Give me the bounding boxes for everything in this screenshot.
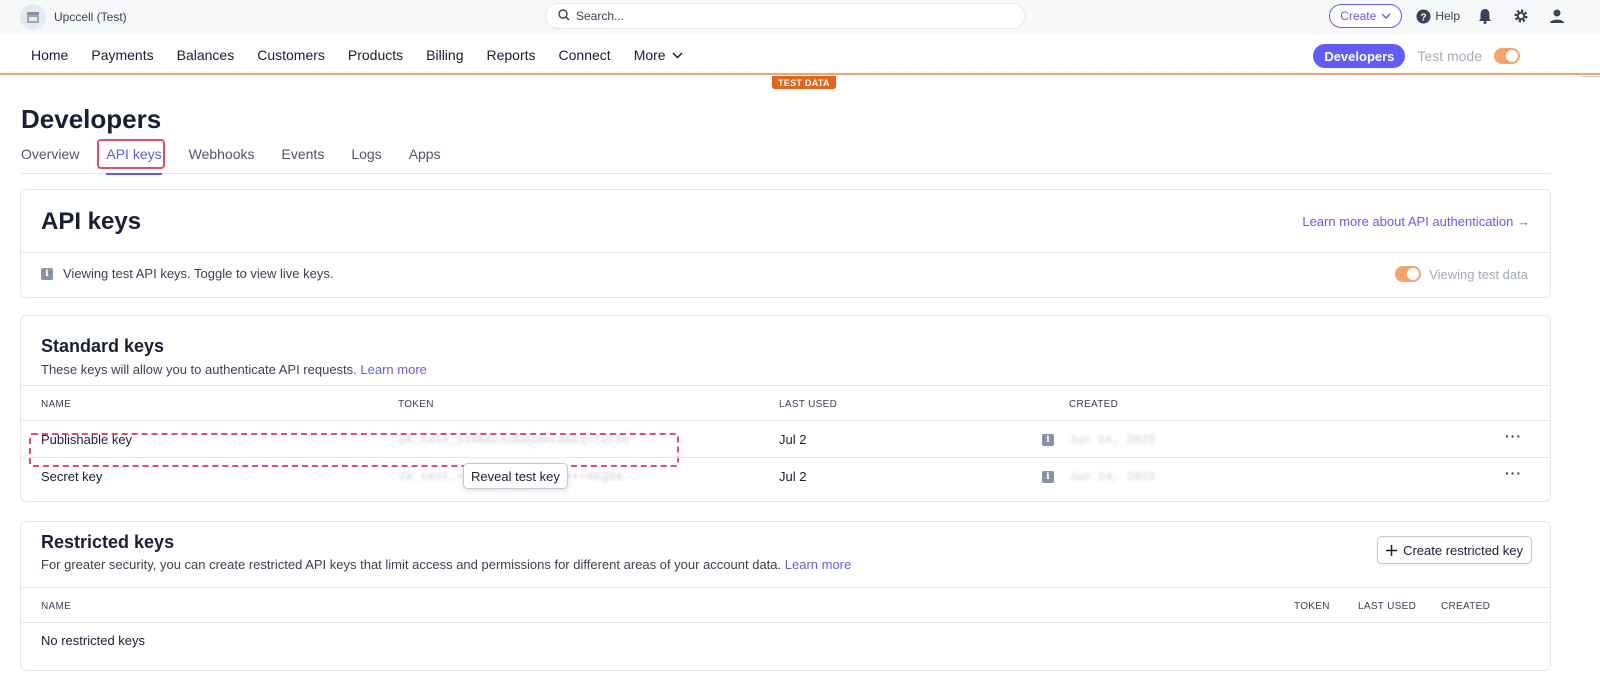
nav-item-home[interactable]: Home xyxy=(31,47,68,63)
help-button[interactable]: ? Help xyxy=(1416,8,1460,24)
column-header-name: NAME xyxy=(41,399,72,410)
account-switcher[interactable]: Upccell (Test) xyxy=(20,4,127,30)
search-input[interactable] xyxy=(576,9,996,23)
nav-item-customers[interactable]: Customers xyxy=(257,47,325,63)
search-bar[interactable] xyxy=(545,3,1025,29)
notifications-bell-icon[interactable] xyxy=(1474,5,1496,27)
standard-keys-subtitle: These keys will allow you to authenticat… xyxy=(41,362,427,377)
top-right-actions: Create ? Help xyxy=(1329,4,1568,28)
info-icon[interactable]: i xyxy=(1042,471,1054,483)
table-divider xyxy=(21,587,1550,588)
annotation-highlight-box xyxy=(97,139,166,169)
main-navigation: Home Payments Balances Customers Product… xyxy=(0,34,1600,75)
nav-item-payments[interactable]: Payments xyxy=(91,47,153,63)
nav-item-more-label: More xyxy=(633,47,666,63)
top-bar: Upccell (Test) Create ? Help xyxy=(0,0,1600,34)
key-last-used: Jul 2 xyxy=(779,469,807,484)
viewing-test-data-toggle[interactable] xyxy=(1395,266,1422,282)
tab-api-keys[interactable]: API keys xyxy=(97,139,166,175)
nav-item-products[interactable]: Products xyxy=(348,47,403,63)
nav-item-billing[interactable]: Billing xyxy=(426,47,463,63)
svg-text:?: ? xyxy=(1421,12,1427,23)
column-header-created: CREATED xyxy=(1069,399,1119,410)
create-restricted-key-button[interactable]: Create restricted key xyxy=(1377,536,1532,564)
standard-keys-title: Standard keys xyxy=(41,336,165,356)
create-button-label: Create xyxy=(1340,9,1377,23)
table-divider xyxy=(21,420,1550,421)
restricted-keys-subtitle-text: For greater security, you can create res… xyxy=(41,557,782,572)
card-divider xyxy=(21,252,1550,253)
create-button[interactable]: Create xyxy=(1329,4,1403,28)
column-header-last-used: LAST USED xyxy=(779,399,838,410)
table-divider xyxy=(21,457,1550,458)
restricted-keys-learn-more-link[interactable]: Learn more xyxy=(785,557,851,572)
page-title: Developers xyxy=(21,104,162,134)
nav-item-balances[interactable]: Balances xyxy=(177,47,235,63)
key-created: Jun 14, 2023 xyxy=(1069,433,1156,447)
column-header-token: TOKEN xyxy=(398,399,434,410)
table-divider xyxy=(21,385,1550,386)
restricted-keys-subtitle: For greater security, you can create res… xyxy=(41,557,851,572)
viewing-test-data-label: Viewing test data xyxy=(1429,266,1528,282)
create-restricted-key-label: Create restricted key xyxy=(1403,542,1523,558)
nav-item-more[interactable]: More xyxy=(634,47,683,63)
test-keys-notice: i Viewing test API keys. Toggle to view … xyxy=(41,266,334,281)
tab-apps[interactable]: Apps xyxy=(409,146,441,174)
test-mode-label: Test mode xyxy=(1417,48,1482,64)
column-header-token: TOKEN xyxy=(1294,601,1330,612)
edge-divider xyxy=(1582,76,1600,77)
settings-gear-icon[interactable] xyxy=(1510,5,1532,27)
help-icon: ? xyxy=(1416,8,1431,24)
search-icon xyxy=(558,8,570,24)
developers-button[interactable]: Developers xyxy=(1313,44,1406,68)
table-divider xyxy=(21,622,1550,623)
standard-keys-learn-more-link[interactable]: Learn more xyxy=(360,362,426,377)
help-label: Help xyxy=(1435,9,1460,23)
test-data-badge: TEST DATA xyxy=(772,76,836,89)
tab-overview[interactable]: Overview xyxy=(21,146,79,174)
chevron-down-icon xyxy=(1381,13,1391,19)
test-mode-toggle[interactable] xyxy=(1494,48,1520,64)
learn-api-auth-link[interactable]: Learn more about API authentication → xyxy=(1302,214,1530,229)
row-more-actions-icon[interactable]: ··· xyxy=(1505,428,1522,444)
notice-text: Viewing test API keys. Toggle to view li… xyxy=(63,266,334,281)
key-name: Secret key xyxy=(41,469,103,484)
row-more-actions-icon[interactable]: ··· xyxy=(1505,465,1522,481)
restricted-keys-card: Restricted keys For greater security, yo… xyxy=(20,521,1551,671)
user-profile-icon[interactable] xyxy=(1546,5,1568,27)
nav-item-reports[interactable]: Reports xyxy=(487,47,536,63)
viewing-test-data-toggle-group: Viewing test data xyxy=(1395,266,1528,282)
standard-keys-card: Standard keys These keys will allow you … xyxy=(20,315,1551,502)
plus-icon xyxy=(1386,544,1398,556)
restricted-keys-title: Restricted keys xyxy=(41,532,175,552)
annotation-highlight-box xyxy=(29,433,679,467)
account-name: Upccell (Test) xyxy=(54,10,127,24)
info-icon: i xyxy=(41,267,53,280)
tab-webhooks[interactable]: Webhooks xyxy=(189,146,255,174)
tab-events[interactable]: Events xyxy=(282,146,325,174)
column-header-name: NAME xyxy=(41,601,72,612)
store-icon xyxy=(20,4,46,30)
chevron-down-icon xyxy=(672,51,683,59)
column-header-last-used: LAST USED xyxy=(1358,601,1417,612)
tab-logs[interactable]: Logs xyxy=(351,146,381,174)
api-keys-title: API keys xyxy=(41,208,142,235)
standard-keys-subtitle-text: These keys will allow you to authenticat… xyxy=(41,362,357,377)
api-keys-card: API keys Learn more about API authentica… xyxy=(20,189,1551,298)
reveal-test-key-button[interactable]: Reveal test key xyxy=(463,463,568,489)
developer-tabs: Overview API keys Webhooks Events Logs A… xyxy=(21,139,1551,175)
nav-item-connect[interactable]: Connect xyxy=(559,47,611,63)
key-created: Jun 14, 2023 xyxy=(1069,470,1156,484)
info-icon[interactable]: i xyxy=(1042,434,1054,446)
empty-state-text: No restricted keys xyxy=(41,633,146,648)
column-header-created: CREATED xyxy=(1441,601,1491,612)
key-last-used: Jul 2 xyxy=(779,432,807,447)
